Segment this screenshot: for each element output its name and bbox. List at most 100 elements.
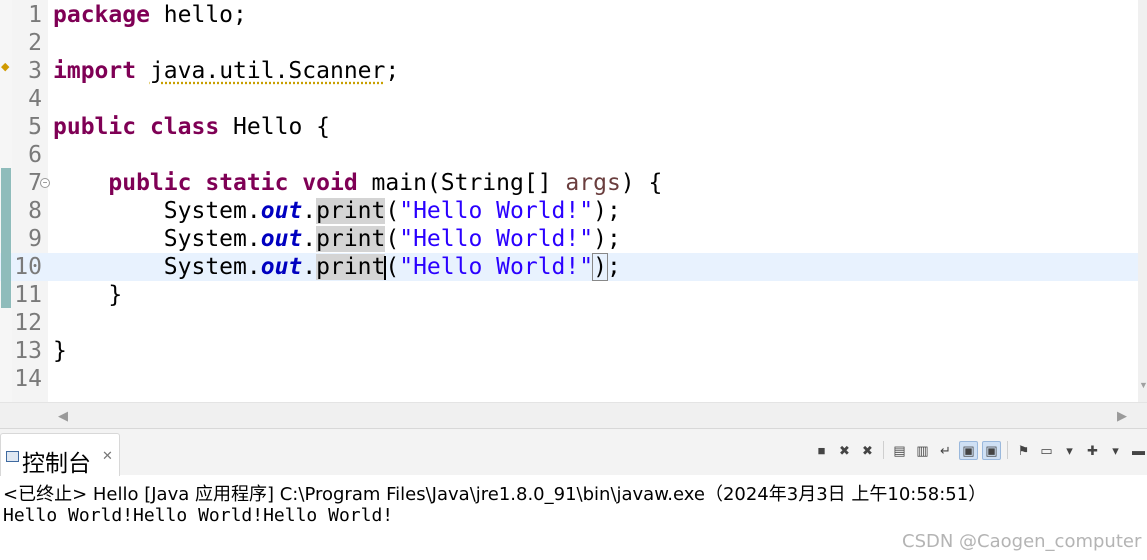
line-number: 7 xyxy=(28,170,42,196)
code-token: ) { xyxy=(620,170,663,196)
code-token: package xyxy=(53,2,150,28)
code-line[interactable]: 1 package hello; xyxy=(0,1,1138,29)
code-token: ( xyxy=(385,198,400,224)
code-token: java.util.Scanner xyxy=(149,58,386,84)
code-token: print xyxy=(316,198,386,224)
console-icon xyxy=(6,451,19,462)
code-line[interactable]: 8 System.out.print("Hello World!"); xyxy=(0,197,1138,225)
toolbar-separator xyxy=(1007,441,1008,459)
remove-all-terminated-icon[interactable]: ✖ xyxy=(858,441,877,460)
line-number: 3 xyxy=(28,58,42,84)
code-token: ( xyxy=(385,254,400,280)
console-toolbar: ■ ✖ ✖ ▤ ▥ ↵ ▣ ▣ ⚑ ▭ ▾ ✚ ▾ ▬ xyxy=(812,441,1147,461)
line-number: 13 xyxy=(14,338,42,364)
code-token: ; xyxy=(606,254,621,280)
code-line[interactable]: 13} xyxy=(0,337,1138,365)
code-line[interactable]: 3 import java.util.Scanner; xyxy=(0,57,1138,85)
code-token: print xyxy=(316,254,386,280)
minimize-icon[interactable]: ▬ xyxy=(1129,441,1147,460)
code-text[interactable]: System.out.print("Hello World!"); xyxy=(53,253,621,281)
code-token: out xyxy=(260,254,303,280)
scroll-lock-icon[interactable]: ▥ xyxy=(913,441,932,460)
scroll-down-icon[interactable]: ▼ xyxy=(1139,380,1147,390)
code-token: args xyxy=(565,170,621,196)
line-number: 1 xyxy=(28,2,42,28)
code-editor[interactable]: 1 package hello; 2 3 import java.util.Scanne… xyxy=(0,0,1147,402)
display-console-dropdown-icon[interactable]: ▾ xyxy=(1060,441,1079,460)
code-line[interactable]: 12 xyxy=(0,309,1138,337)
code-text[interactable]: } xyxy=(53,281,122,309)
code-line[interactable]: 4 xyxy=(0,85,1138,113)
code-line[interactable]: 14 xyxy=(0,365,1138,393)
code-token: ); xyxy=(593,198,621,224)
watermark: CSDN @Caogen_computer xyxy=(902,531,1142,552)
clear-console-icon[interactable]: ▤ xyxy=(890,441,909,460)
tab-console[interactable]: 控制台 ✕ xyxy=(0,433,120,477)
code-token: out xyxy=(260,198,303,224)
code-line[interactable]: 7 public static void main(String[] args)… xyxy=(0,169,1138,197)
code-line[interactable]: 9 System.out.print("Hello World!"); xyxy=(0,225,1138,253)
remove-launch-icon[interactable]: ✖ xyxy=(835,441,854,460)
open-console-dropdown-icon[interactable]: ▾ xyxy=(1106,441,1125,460)
code-token: System. xyxy=(53,254,261,280)
code-text[interactable]: import java.util.Scanner; xyxy=(53,57,399,85)
code-text[interactable]: } xyxy=(53,337,67,365)
code-token: main(String[] xyxy=(357,170,566,196)
scroll-right-icon[interactable]: ▶ xyxy=(1117,408,1127,424)
code-line[interactable]: 10 System.out.print("Hello World!"); xyxy=(0,253,1138,281)
code-token: ); xyxy=(593,226,621,252)
line-number: 4 xyxy=(28,86,42,112)
word-wrap-icon[interactable]: ↵ xyxy=(936,441,955,460)
line-number: 14 xyxy=(14,366,42,392)
code-text[interactable]: package hello; xyxy=(53,1,247,29)
code-line[interactable]: 2 xyxy=(0,29,1138,57)
quick-diff-change-bar xyxy=(1,168,11,308)
code-token: void xyxy=(302,170,358,196)
code-text[interactable]: System.out.print("Hello World!"); xyxy=(53,225,621,253)
code-token: System. xyxy=(53,198,261,224)
code-token: hello; xyxy=(149,2,247,28)
console-tab-bar: 控制台 ✕ ■ ✖ ✖ ▤ ▥ ↵ ▣ ▣ ⚑ ▭ ▾ ✚ ▾ ▬ xyxy=(0,428,1147,477)
code-token: } xyxy=(53,282,123,308)
show-on-stdout-icon[interactable]: ▣ xyxy=(959,441,978,460)
fold-collapse-icon[interactable]: − xyxy=(40,178,50,188)
console-tab-label: 控制台 xyxy=(22,451,91,477)
code-token: ( xyxy=(385,226,400,252)
code-token: . xyxy=(302,226,317,252)
line-number: 5 xyxy=(28,114,42,140)
code-token: out xyxy=(260,226,303,252)
code-text[interactable]: public static void main(String[] args) { xyxy=(53,169,662,197)
toolbar-separator xyxy=(883,441,884,459)
code-text[interactable]: public class Hello { xyxy=(53,113,330,141)
line-number: 10 xyxy=(14,254,42,280)
code-token: import xyxy=(53,58,137,84)
open-console-icon[interactable]: ✚ xyxy=(1083,441,1102,460)
scroll-left-icon[interactable]: ◀ xyxy=(58,408,68,424)
code-token: print xyxy=(316,226,386,252)
code-token: "Hello World!" xyxy=(399,226,594,252)
terminate-icon[interactable]: ■ xyxy=(812,441,831,460)
vertical-scrollbar[interactable] xyxy=(1138,0,1147,402)
console-output-text[interactable]: Hello World!Hello World!Hello World! xyxy=(3,505,393,526)
code-text[interactable]: System.out.print("Hello World!"); xyxy=(53,197,621,225)
code-token: } xyxy=(53,338,67,364)
display-console-icon[interactable]: ▭ xyxy=(1037,441,1056,460)
show-on-stderr-icon[interactable]: ▣ xyxy=(982,441,1001,460)
line-number: 8 xyxy=(28,198,42,224)
pin-console-icon[interactable]: ⚑ xyxy=(1014,441,1033,460)
line-number: 11 xyxy=(14,282,42,308)
code-line[interactable]: 11 } xyxy=(0,281,1138,309)
warning-icon[interactable]: ◆ xyxy=(1,62,11,73)
horizontal-scrollbar[interactable]: ◀ ▶ xyxy=(0,402,1147,429)
code-line[interactable]: 6 xyxy=(0,141,1138,169)
code-token: "Hello World!" xyxy=(399,254,594,280)
code-token: Hello { xyxy=(219,114,330,140)
console-launch-status: <已终止> Hello [Java 应用程序] C:\Program Files… xyxy=(3,484,987,505)
code-token: . xyxy=(302,254,317,280)
close-icon[interactable]: ✕ xyxy=(102,448,113,464)
code-line[interactable]: 5 public class Hello { xyxy=(0,113,1138,141)
code-token: . xyxy=(302,198,317,224)
